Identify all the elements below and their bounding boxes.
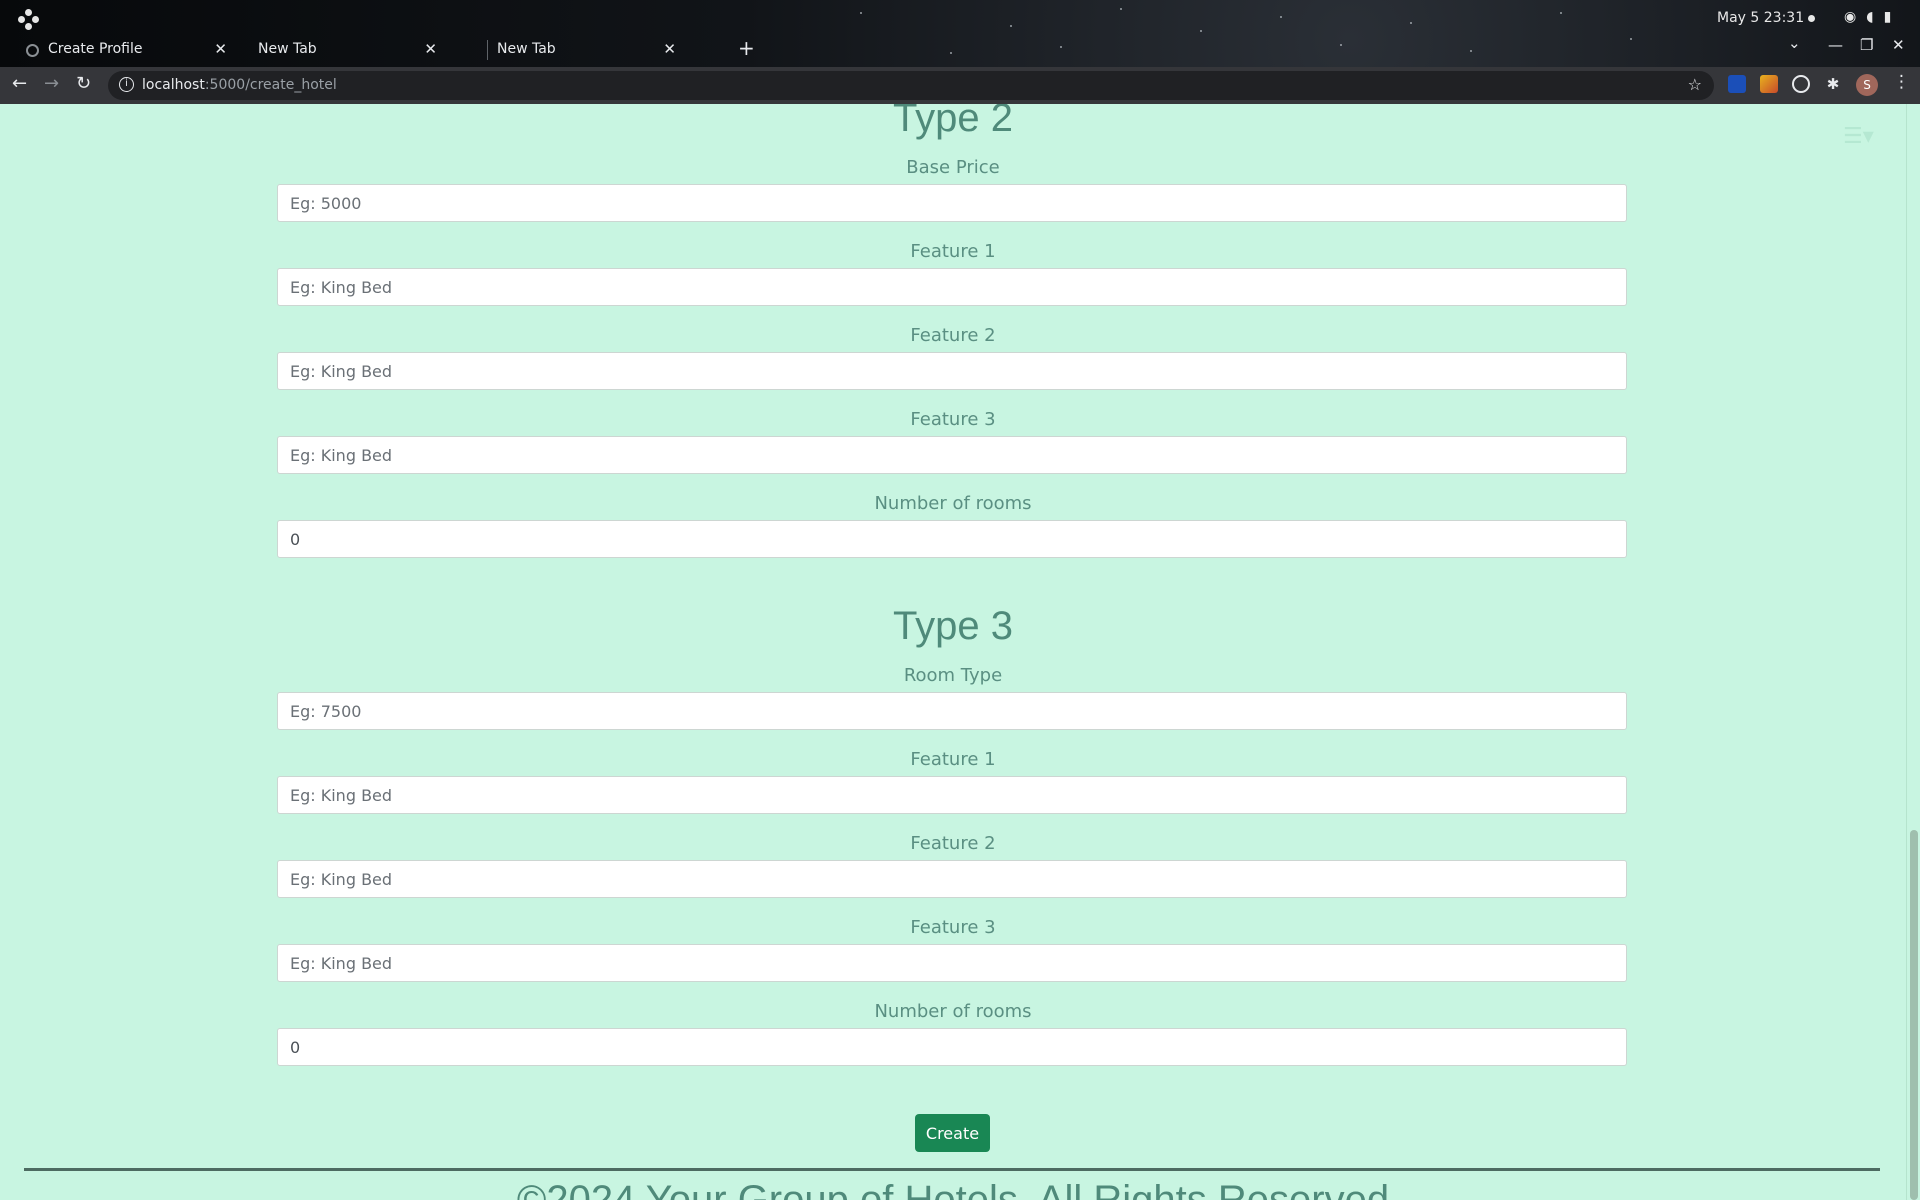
back-icon[interactable]: ← — [12, 73, 27, 94]
type2-feature1-input[interactable] — [277, 268, 1627, 306]
type3-feature3-label: Feature 3 — [910, 917, 996, 938]
page-content: ☰▾ Type 2 Base Price Feature 1 Feature 2… — [0, 104, 1906, 1200]
tab-label: New Tab — [497, 41, 556, 57]
forward-icon[interactable]: → — [44, 73, 59, 94]
activities-icon[interactable] — [18, 9, 39, 30]
site-info-icon[interactable]: i — [119, 77, 134, 92]
page-scrollbar[interactable] — [1906, 104, 1920, 1200]
new-tab-button[interactable]: + — [738, 36, 755, 60]
type3-room-type-input[interactable] — [277, 692, 1627, 730]
type3-feature1-input[interactable] — [277, 776, 1627, 814]
os-top-bar: May 5 23:31 ◉ ◖ ▮ Create Profile ✕ New T… — [0, 0, 1920, 67]
profile-avatar[interactable]: S — [1856, 74, 1878, 96]
create-button[interactable]: Create — [915, 1114, 990, 1152]
system-tray[interactable]: ◉ ◖ ▮ — [1844, 9, 1891, 25]
type3-rooms-label: Number of rooms — [874, 1001, 1032, 1022]
close-icon[interactable]: ✕ — [424, 40, 437, 58]
type2-feature2-input[interactable] — [277, 352, 1627, 390]
bookmark-star-icon[interactable]: ☆ — [1688, 75, 1702, 94]
url-path: :5000/create_hotel — [204, 77, 337, 93]
battery-icon: ▮ — [1883, 9, 1892, 25]
address-bar[interactable]: i localhost:5000/create_hotel ☆ — [108, 71, 1714, 100]
reload-icon[interactable]: ↻ — [76, 73, 91, 94]
type3-title: Type 3 — [892, 604, 1014, 648]
extension-icon[interactable] — [1792, 75, 1810, 93]
type2-feature1-label: Feature 1 — [910, 241, 996, 262]
type2-feature3-input[interactable] — [277, 436, 1627, 474]
type2-rooms-label: Number of rooms — [874, 493, 1032, 514]
base-price-label: Base Price — [906, 157, 1000, 178]
extension-icon[interactable] — [1728, 75, 1746, 93]
notification-dot-icon — [1808, 15, 1815, 22]
room-type-label: Room Type — [903, 665, 1003, 686]
tab-search-icon[interactable]: ⌄ — [1788, 34, 1801, 52]
type3-feature1-label: Feature 1 — [910, 749, 996, 770]
tab-new-tab-2[interactable]: New Tab ✕ — [455, 34, 690, 67]
scrollbar-thumb[interactable] — [1910, 830, 1918, 1200]
close-window-icon[interactable]: ✕ — [1892, 36, 1905, 54]
extension-icon[interactable] — [1760, 75, 1778, 93]
tab-label: New Tab — [258, 41, 317, 57]
restore-icon[interactable]: ❐ — [1860, 36, 1873, 54]
type2-base-price-input[interactable] — [277, 184, 1627, 222]
tab-new-tab-1[interactable]: New Tab ✕ — [216, 34, 451, 67]
type3-feature2-input[interactable] — [277, 860, 1627, 898]
footer-copyright: ©2024 Your Group of Hotels. All Rights R… — [516, 1178, 1390, 1200]
browser-toolbar: ← → ↻ i localhost:5000/create_hotel ☆ ✱ … — [0, 67, 1920, 104]
type3-feature2-label: Feature 2 — [910, 833, 996, 854]
footer-divider — [24, 1168, 1880, 1171]
puzzle-icon[interactable]: ✱ — [1824, 75, 1842, 93]
tab-create-profile[interactable]: Create Profile ✕ — [6, 34, 241, 67]
system-clock[interactable]: May 5 23:31 — [1717, 10, 1804, 26]
type2-rooms-input[interactable] — [277, 520, 1627, 558]
type3-feature3-input[interactable] — [277, 944, 1627, 982]
type2-feature3-label: Feature 3 — [910, 409, 996, 430]
browser-menu-icon[interactable]: ⋮ — [1893, 72, 1910, 92]
url-text[interactable]: localhost:5000/create_hotel — [142, 77, 337, 93]
wifi-icon: ◉ — [1844, 9, 1857, 25]
globe-icon — [26, 44, 39, 57]
minimize-icon[interactable]: — — [1828, 36, 1843, 54]
extensions-area: ✱ — [1728, 75, 1842, 93]
type3-rooms-input[interactable] — [277, 1028, 1627, 1066]
type2-feature2-label: Feature 2 — [910, 325, 996, 346]
close-icon[interactable]: ✕ — [663, 40, 676, 58]
url-host: localhost — [142, 77, 205, 93]
tab-label: Create Profile — [48, 41, 143, 57]
volume-icon: ◖ — [1866, 9, 1874, 25]
type2-title: Type 2 — [892, 104, 1014, 140]
